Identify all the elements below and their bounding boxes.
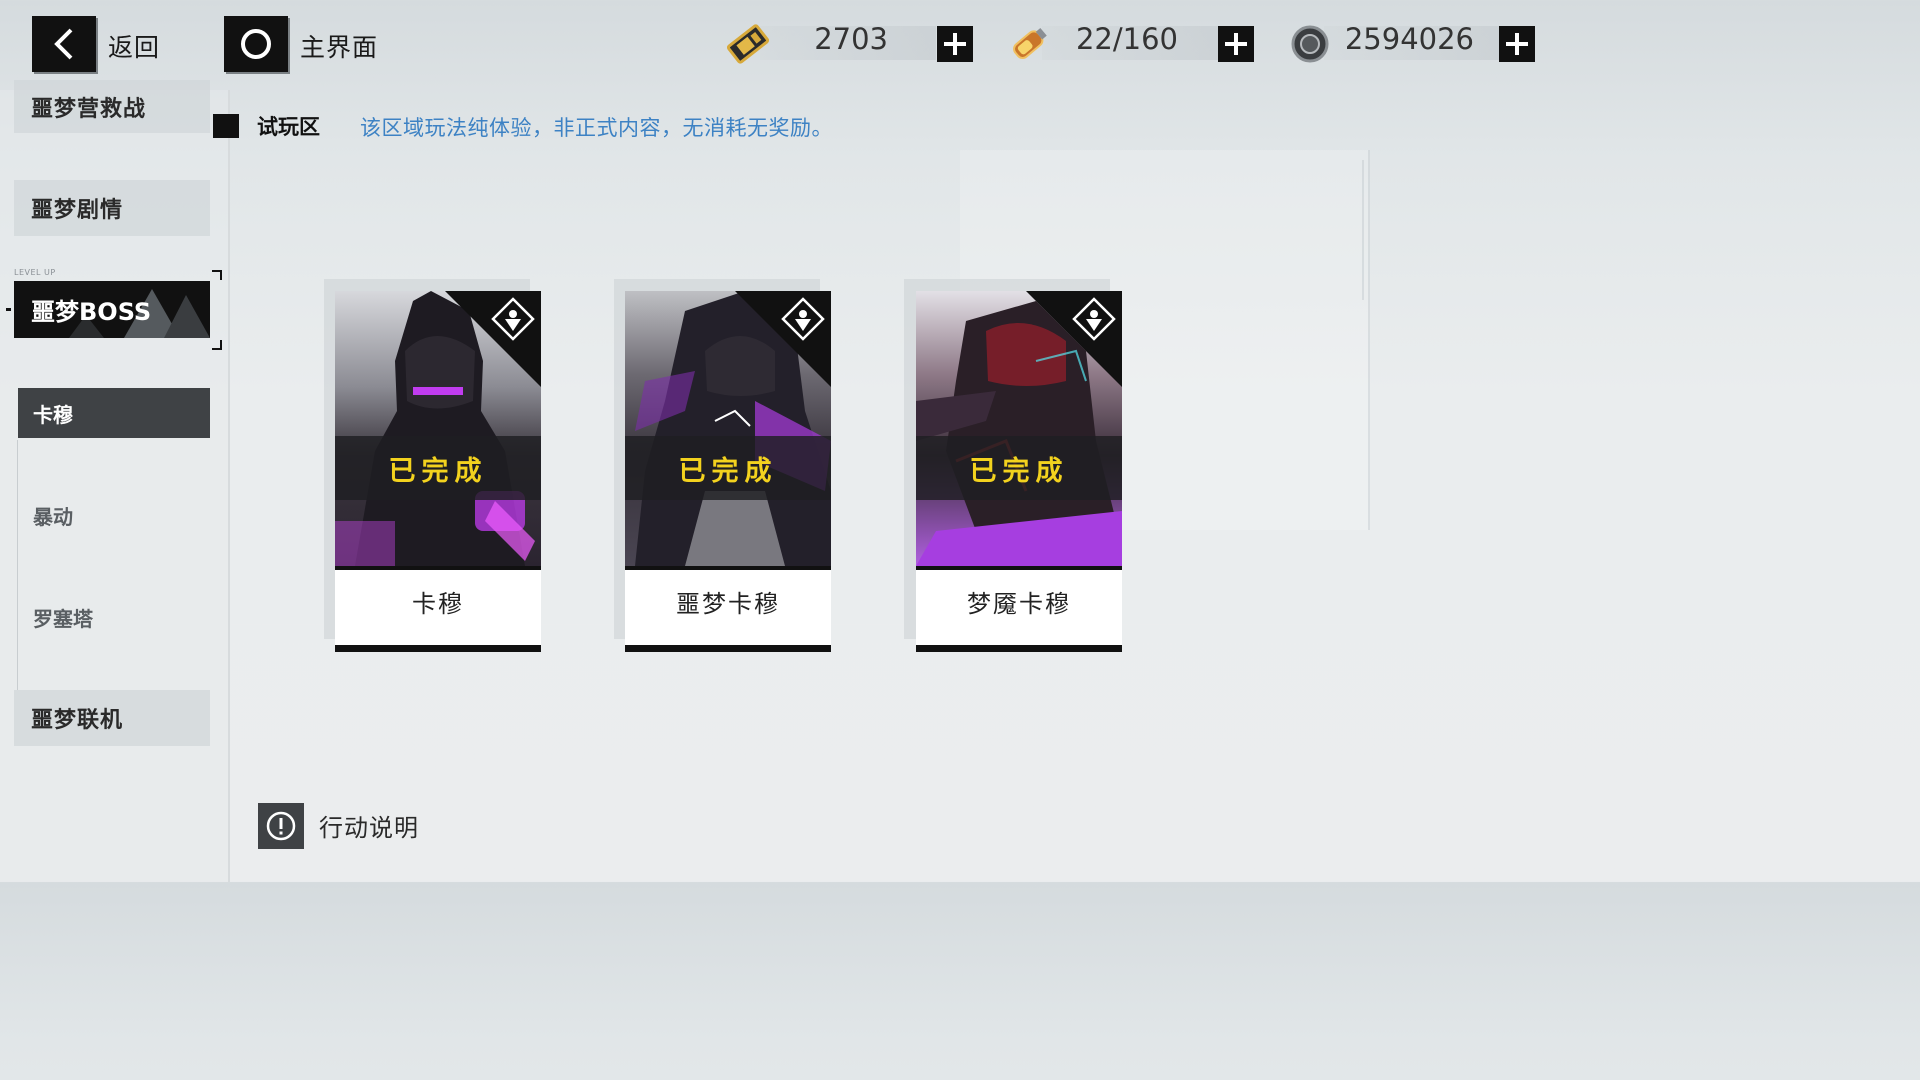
sub-item-label: 罗塞塔: [33, 606, 93, 631]
boss-card-dream-demon-kamu[interactable]: 已完成 梦魇卡穆: [916, 291, 1122, 652]
card-artwork: 已完成: [916, 291, 1122, 566]
card-bottom-bar: [625, 645, 831, 652]
sidebar-item-nightmare-boss[interactable]: 噩梦BOSS: [14, 281, 210, 338]
level-up-tag: LEVEL UP: [14, 268, 56, 277]
card-name: 梦魇卡穆: [967, 590, 1071, 618]
add-gold-ticket-button[interactable]: [937, 26, 973, 62]
action-info-button[interactable]: [258, 803, 304, 849]
back-button[interactable]: [32, 16, 96, 72]
plus-icon: [1225, 33, 1247, 55]
sub-item-rosetta[interactable]: 罗塞塔: [18, 592, 210, 642]
selection-bracket-bottom: [212, 340, 222, 350]
sub-item-label: 暴动: [33, 504, 73, 529]
section-title: 试玩区: [257, 115, 320, 139]
section-marker: [213, 114, 239, 138]
stamina-count: 22/160: [1075, 22, 1178, 56]
diamond-emblem-icon: [491, 297, 535, 341]
diamond-emblem-icon: [1072, 297, 1116, 341]
gold-ticket-icon: [724, 22, 772, 70]
action-info-label[interactable]: 行动说明: [319, 808, 419, 843]
background-divider: [1362, 160, 1364, 300]
card-name: 噩梦卡穆: [676, 590, 780, 618]
add-stamina-button[interactable]: [1218, 26, 1254, 62]
card-name-panel: 噩梦卡穆: [625, 566, 831, 646]
sub-item-kamu[interactable]: 卡穆: [18, 388, 210, 438]
gold-ticket-count: 2703: [814, 22, 888, 56]
sub-item-riot[interactable]: 暴动: [18, 490, 210, 540]
coin-count: 2594026: [1344, 22, 1474, 56]
sidebar-item-label: 噩梦BOSS: [31, 298, 152, 326]
plus-icon: [944, 33, 966, 55]
back-label[interactable]: 返回: [108, 28, 160, 64]
card-artwork: 已完成: [335, 291, 541, 566]
sidebar-item-label: 噩梦联机: [31, 708, 124, 733]
completed-badge: 已完成: [625, 436, 831, 500]
selection-marker: [6, 308, 11, 311]
sidebar-item-label: 噩梦营救战: [31, 96, 147, 122]
chevron-left-icon: [54, 28, 73, 60]
boss-card-nightmare-kamu[interactable]: 已完成 噩梦卡穆: [625, 291, 831, 652]
card-bottom-bar: [916, 645, 1122, 652]
selection-bracket-top: [212, 270, 222, 280]
plus-icon: [1506, 33, 1528, 55]
background-divider: [1368, 150, 1370, 530]
diamond-emblem-icon: [781, 297, 825, 341]
completed-badge: 已完成: [916, 436, 1122, 500]
sidebar-item-label: 噩梦剧情: [31, 198, 124, 223]
add-coin-button[interactable]: [1499, 26, 1535, 62]
sidebar-item-nightmare-coop[interactable]: 噩梦联机: [14, 690, 210, 746]
home-label[interactable]: 主界面: [300, 28, 378, 64]
sidebar-item-nightmare-story[interactable]: 噩梦剧情: [14, 180, 210, 236]
card-bottom-bar: [335, 645, 541, 652]
section-description: 该区域玩法纯体验，非正式内容，无消耗无奖励。: [360, 116, 833, 140]
stamina-vial-icon: [1005, 22, 1053, 70]
card-artwork: 已完成: [625, 291, 831, 566]
info-icon: [266, 811, 296, 841]
home-button[interactable]: [224, 16, 288, 72]
card-name: 卡穆: [412, 590, 464, 618]
sub-item-label: 卡穆: [33, 402, 73, 427]
card-name-panel: 梦魇卡穆: [916, 566, 1122, 646]
sub-item-rail: [17, 440, 18, 690]
coin-icon: [1288, 22, 1332, 70]
sidebar-item-nightmare-rescue[interactable]: 噩梦营救战: [14, 80, 210, 133]
home-circle-icon: [241, 29, 271, 59]
card-name-panel: 卡穆: [335, 566, 541, 646]
completed-badge: 已完成: [335, 436, 541, 500]
boss-card-kamu[interactable]: 已完成 卡穆: [335, 291, 541, 652]
